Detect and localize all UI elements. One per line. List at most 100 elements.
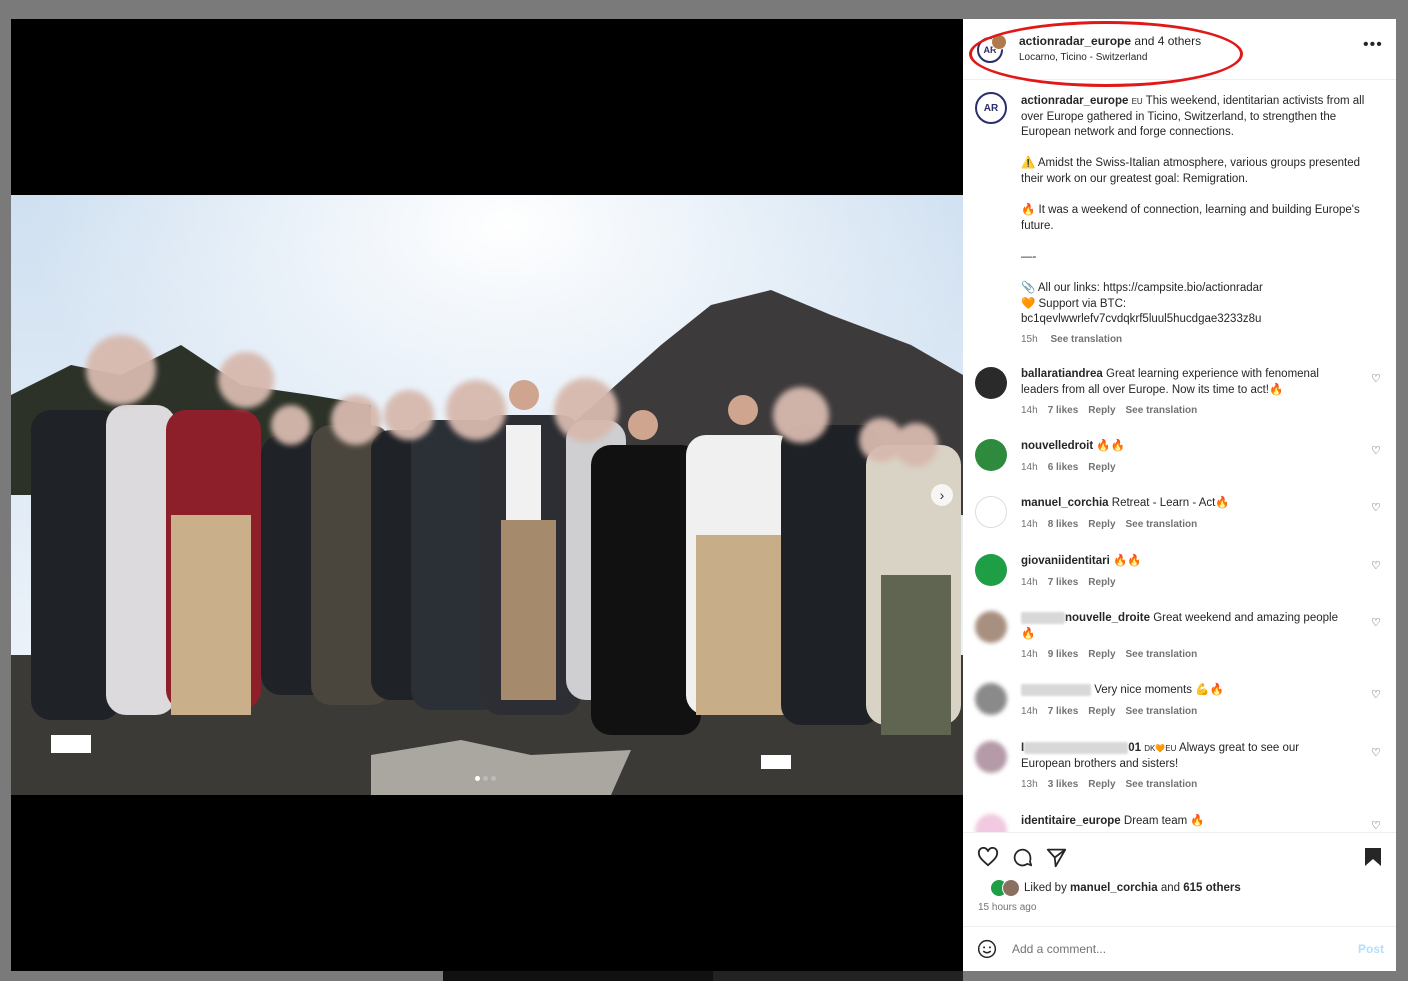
comment-text: ballaratiandrea Great learning experienc… xyxy=(1021,367,1351,398)
redacted-name xyxy=(1021,611,1065,624)
comment-meta: 14h 8 likes Reply See translation xyxy=(1021,519,1207,530)
commenter-avatar[interactable] xyxy=(975,367,1007,399)
reply-button[interactable]: Reply xyxy=(1088,405,1115,416)
commenter-avatar[interactable] xyxy=(975,611,1007,643)
post-sidebar: AR actionradar_europe and 4 others Locar… xyxy=(963,19,1396,971)
comment-text: identitaire_europe Dream team 🔥 xyxy=(1021,814,1351,830)
comment-time: 14h xyxy=(1021,649,1038,660)
comment-username[interactable]: nouvelle_droite xyxy=(1065,612,1150,624)
like-comment-icon[interactable]: ♡ xyxy=(1371,819,1381,832)
liker-avatar[interactable] xyxy=(1002,879,1020,897)
post-time[interactable]: 15 hours ago xyxy=(978,902,1036,913)
comment-likes[interactable]: 9 likes xyxy=(1048,649,1079,660)
carousel-dot xyxy=(491,776,496,781)
comment-username[interactable]: giovaniidentitari xyxy=(1021,555,1110,567)
likes-user[interactable]: manuel_corchia xyxy=(1070,882,1158,894)
add-comment-bar: Add a comment... Post xyxy=(963,926,1396,972)
comment-text: giovaniidentitari 🔥🔥 xyxy=(1021,554,1351,570)
comment-likes[interactable]: 8 likes xyxy=(1048,519,1079,530)
like-comment-icon[interactable]: ♡ xyxy=(1371,688,1381,701)
commenter-avatar[interactable] xyxy=(975,741,1007,773)
commenter-avatar[interactable] xyxy=(975,554,1007,586)
caption-line: ⚠️ Amidst the Swiss-Italian atmosphere, … xyxy=(1021,157,1361,185)
likes-and: and xyxy=(1160,882,1181,894)
comment-body: 🔥🔥 xyxy=(1113,555,1142,567)
see-translation-link[interactable]: See translation xyxy=(1126,779,1198,790)
comment-meta: 14h 6 likes Reply xyxy=(1021,462,1126,473)
share-send-icon[interactable] xyxy=(1046,847,1067,868)
see-translation-link[interactable]: See translation xyxy=(1126,706,1198,717)
comments-list[interactable]: AR actionradar_europe EU This weekend, i… xyxy=(963,80,1396,832)
commenter-avatar[interactable] xyxy=(975,439,1007,471)
comment-body: Dream team 🔥 xyxy=(1123,815,1205,827)
commenter-avatar[interactable] xyxy=(975,814,1007,832)
commenter-avatar[interactable] xyxy=(975,496,1007,528)
comment-likes[interactable]: 6 likes xyxy=(1048,462,1079,473)
reply-button[interactable]: Reply xyxy=(1088,706,1115,717)
caption-username[interactable]: actionradar_europe xyxy=(1021,95,1128,107)
bookmark-icon[interactable] xyxy=(1364,847,1382,867)
reply-button[interactable]: Reply xyxy=(1088,462,1115,473)
post-actions: Liked by manuel_corchia and 615 others 1… xyxy=(963,832,1396,927)
comment-time: 13h xyxy=(1021,779,1038,790)
comment-username[interactable]: nouvelledroit xyxy=(1021,440,1093,452)
reply-button[interactable]: Reply xyxy=(1088,577,1115,588)
like-heart-icon[interactable] xyxy=(977,847,999,867)
more-options-icon[interactable]: ••• xyxy=(1363,36,1383,54)
comment-input[interactable]: Add a comment... xyxy=(1012,942,1106,956)
eu-badge: EU xyxy=(1131,97,1143,106)
comment-username[interactable]: identitaire_europe xyxy=(1021,815,1121,827)
comment-text: Very nice moments 💪🔥 xyxy=(1021,683,1351,699)
highlight-ellipse xyxy=(969,21,1243,87)
comment-time: 14h xyxy=(1021,577,1038,588)
like-comment-icon[interactable]: ♡ xyxy=(1371,616,1381,629)
post-caption: actionradar_europe EU This weekend, iden… xyxy=(1021,94,1373,348)
comment-username[interactable]: manuel_corchia xyxy=(1021,497,1109,509)
caption-line: —- xyxy=(1021,250,1037,263)
comment-text: I 01 DK🧡EU Always great to see our Europe… xyxy=(1021,741,1351,772)
comment-text: nouvelledroit 🔥🔥 xyxy=(1021,439,1351,455)
next-photo-button[interactable]: › xyxy=(931,484,953,506)
caption-line: bc1qevlwwrlefv7cvdqkrf5luul5hucdgae3233z… xyxy=(1021,313,1262,326)
like-comment-icon[interactable]: ♡ xyxy=(1371,372,1381,385)
reply-button[interactable]: Reply xyxy=(1088,649,1115,660)
see-translation-link[interactable]: See translation xyxy=(1126,519,1198,530)
commenter-avatar[interactable] xyxy=(975,683,1007,715)
comment-username[interactable]: ballaratiandrea xyxy=(1021,368,1103,380)
comment-flags: DK🧡EU xyxy=(1144,744,1177,753)
comment-meta: 14h 7 likes Reply See translation xyxy=(1021,405,1207,416)
comment-likes[interactable]: 7 likes xyxy=(1048,577,1079,588)
comment-likes[interactable]: 3 likes xyxy=(1048,779,1079,790)
reply-button[interactable]: Reply xyxy=(1088,519,1115,530)
post-comment-button[interactable]: Post xyxy=(1358,942,1384,956)
post-media: › xyxy=(11,19,963,971)
comment-meta: 14h 7 likes Reply xyxy=(1021,577,1126,588)
likes-others[interactable]: 615 others xyxy=(1183,882,1241,894)
see-translation-link[interactable]: See translation xyxy=(1126,405,1198,416)
comment-time: 14h xyxy=(1021,706,1038,717)
post-photo xyxy=(11,195,963,795)
comment-time: 14h xyxy=(1021,405,1038,416)
see-translation-link[interactable]: See translation xyxy=(1050,334,1122,345)
like-comment-icon[interactable]: ♡ xyxy=(1371,746,1381,759)
caption-line: 🔥 It was a weekend of connection, learni… xyxy=(1021,204,1360,232)
see-translation-link[interactable]: See translation xyxy=(1126,649,1198,660)
comment-body: 🔥🔥 xyxy=(1096,440,1126,452)
like-comment-icon[interactable]: ♡ xyxy=(1371,444,1381,457)
emoji-icon[interactable] xyxy=(977,939,997,959)
redacted-name xyxy=(1024,741,1129,754)
like-comment-icon[interactable]: ♡ xyxy=(1371,501,1381,514)
reply-button[interactable]: Reply xyxy=(1088,779,1115,790)
post-header: AR actionradar_europe and 4 others Locar… xyxy=(963,19,1396,87)
like-comment-icon[interactable]: ♡ xyxy=(1371,559,1381,572)
likes-summary: Liked by manuel_corchia and 615 others xyxy=(1024,882,1241,894)
carousel-dot xyxy=(483,776,488,781)
comment-username-suffix[interactable]: 01 xyxy=(1128,742,1141,754)
comment-likes[interactable]: 7 likes xyxy=(1048,405,1079,416)
comment-likes[interactable]: 7 likes xyxy=(1048,706,1079,717)
comment-text: manuel_corchia Retreat - Learn - Act🔥 xyxy=(1021,496,1351,512)
comment-bubble-icon[interactable] xyxy=(1012,847,1033,868)
comment-meta: 13h 3 likes Reply See translation xyxy=(1021,779,1207,790)
comment-time: 14h xyxy=(1021,462,1038,473)
caption-avatar[interactable]: AR xyxy=(975,92,1007,124)
